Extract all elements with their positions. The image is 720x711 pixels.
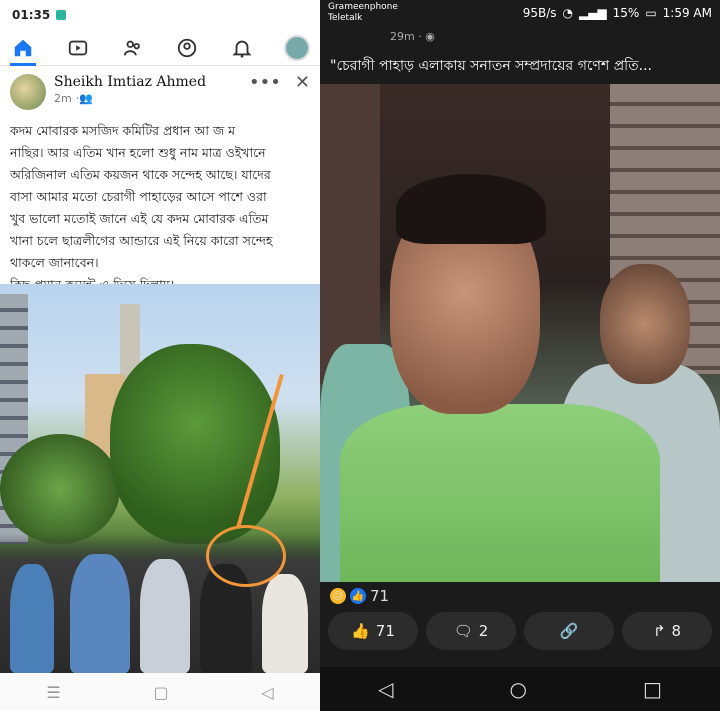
- home-button[interactable]: ▢: [153, 683, 168, 702]
- person: [140, 559, 190, 674]
- recent-apps-button[interactable]: □: [643, 677, 662, 701]
- share-icon: ↱: [652, 622, 666, 640]
- carrier-1: Grameenphone: [328, 2, 398, 12]
- tree: [0, 434, 120, 544]
- thumbs-up-icon: 👍: [351, 622, 370, 640]
- annotation-circle: [206, 525, 286, 587]
- android-nav-bar: ☰ ▢ ◁: [0, 673, 320, 711]
- video-post-screen: Grameenphone Teletalk 95B/s ◔ ▂▄▆ 15% ▭ …: [320, 0, 720, 711]
- battery-icon: ▭: [645, 6, 657, 20]
- author-name[interactable]: Sheikh Imtiaz Ahmed: [54, 74, 206, 90]
- person: [70, 554, 130, 674]
- person: [10, 564, 54, 674]
- post-time: 2m ·👥: [54, 92, 206, 105]
- author-avatar[interactable]: [10, 74, 46, 110]
- android-nav-bar: ◁ ○ □: [320, 667, 720, 711]
- copy-link-button[interactable]: 🔗: [524, 612, 614, 650]
- more-options-icon[interactable]: •••: [249, 72, 281, 93]
- like-count: 71: [375, 622, 395, 640]
- person-shirt: [340, 404, 660, 582]
- comment-count: 2: [478, 622, 489, 640]
- status-time: 01:35: [12, 8, 51, 22]
- recent-apps-button[interactable]: ☰: [46, 683, 60, 702]
- reaction-count: 71: [370, 587, 390, 605]
- reaction-summary[interactable]: 😥 👍 71: [320, 582, 720, 610]
- friends-icon: ·👥: [75, 92, 93, 105]
- carriers: Grameenphone Teletalk: [328, 2, 398, 24]
- post-line: অরিজিনাল এতিম কয়জন থাকে সন্দেহ আছে। যাদ…: [10, 167, 271, 182]
- facebook-post-screen: 01:35 4G ▂▄▆ 76: [0, 0, 320, 711]
- post-line: খানা চলে ছাত্রলীগের আন্ডারে এই নিয়ে কার…: [10, 233, 273, 248]
- app-notification-icon: [56, 10, 67, 20]
- post-line: থাকলে জানাবেন।: [10, 255, 99, 270]
- video-frame[interactable]: [320, 84, 720, 582]
- profile-icon[interactable]: [174, 35, 200, 61]
- wifi-icon: ◔: [562, 6, 573, 20]
- screenshot-collage: 01:35 4G ▂▄▆ 76: [0, 0, 720, 711]
- groups-icon[interactable]: [120, 35, 146, 61]
- post-text: কদম মোবারক মসজিদ কমিটির প্রধান আ জ ম নাছ…: [0, 114, 320, 302]
- post-photo[interactable]: [0, 284, 320, 674]
- close-icon[interactable]: ✕: [295, 72, 310, 93]
- share-count: 8: [671, 622, 682, 640]
- post-timestamp: 2m: [54, 92, 72, 105]
- network-speed: 95B/s: [522, 6, 557, 20]
- action-bar: 👍 71 🗨 2 🔗 ↱ 8: [320, 612, 720, 654]
- like-reaction-icon: 👍: [350, 588, 366, 604]
- home-icon[interactable]: [10, 35, 36, 66]
- post-line: নাছির। আর এতিম খান হলো শুধু নাম মাত্র ওই…: [10, 145, 266, 160]
- video-icon[interactable]: [65, 35, 91, 61]
- post-line: কদম মোবারক মসজিদ কমিটির প্রধান আ জ ম: [10, 123, 236, 138]
- menu-avatar[interactable]: [283, 34, 310, 61]
- signal-icon: ▂▄▆: [578, 6, 607, 20]
- bell-icon[interactable]: [229, 35, 255, 61]
- person: [262, 574, 308, 674]
- post-meta: Sheikh Imtiaz Ahmed 2m ·👥: [54, 74, 206, 105]
- top-nav: [0, 30, 320, 66]
- link-icon: 🔗: [559, 622, 579, 640]
- building: [320, 84, 380, 384]
- back-button[interactable]: ◁: [261, 683, 273, 702]
- video-title[interactable]: "চেরাগী পাহাড় এলাকায় সনাতন সম্প্রদায়ে…: [320, 46, 720, 80]
- share-button[interactable]: ↱ 8: [622, 612, 712, 650]
- comment-button[interactable]: 🗨 2: [426, 612, 516, 650]
- comment-icon: 🗨: [453, 622, 473, 640]
- like-button[interactable]: 👍 71: [328, 612, 418, 650]
- status-indicators: 95B/s ◔ ▂▄▆ 15% ▭ 1:59 AM: [523, 2, 712, 20]
- status-bar: 01:35 4G ▂▄▆ 76: [0, 0, 320, 30]
- sad-reaction-icon: 😥: [330, 588, 346, 604]
- back-button[interactable]: ◁: [378, 677, 393, 701]
- carrier-2: Teletalk: [328, 13, 363, 23]
- post-meta: 29m · ◉: [390, 30, 435, 43]
- person-face: [600, 264, 690, 384]
- post-header: Sheikh Imtiaz Ahmed 2m ·👥 ••• ✕: [0, 66, 320, 114]
- tree: [110, 344, 280, 544]
- home-button[interactable]: ○: [510, 677, 527, 701]
- person-hair: [396, 174, 546, 244]
- post-actions: ••• ✕: [249, 72, 310, 93]
- battery-percent: 15%: [612, 6, 640, 20]
- status-bar: Grameenphone Teletalk 95B/s ◔ ▂▄▆ 15% ▭ …: [320, 0, 720, 30]
- post-line: খুব ভালো মতোই জানে এই যে কদম মোবারক এতিম: [10, 211, 269, 226]
- status-time: 1:59 AM: [662, 6, 712, 20]
- post-line: বাসা আমার মতো চেরাগী পাহাড়ের আসে পাশে ও…: [10, 189, 267, 204]
